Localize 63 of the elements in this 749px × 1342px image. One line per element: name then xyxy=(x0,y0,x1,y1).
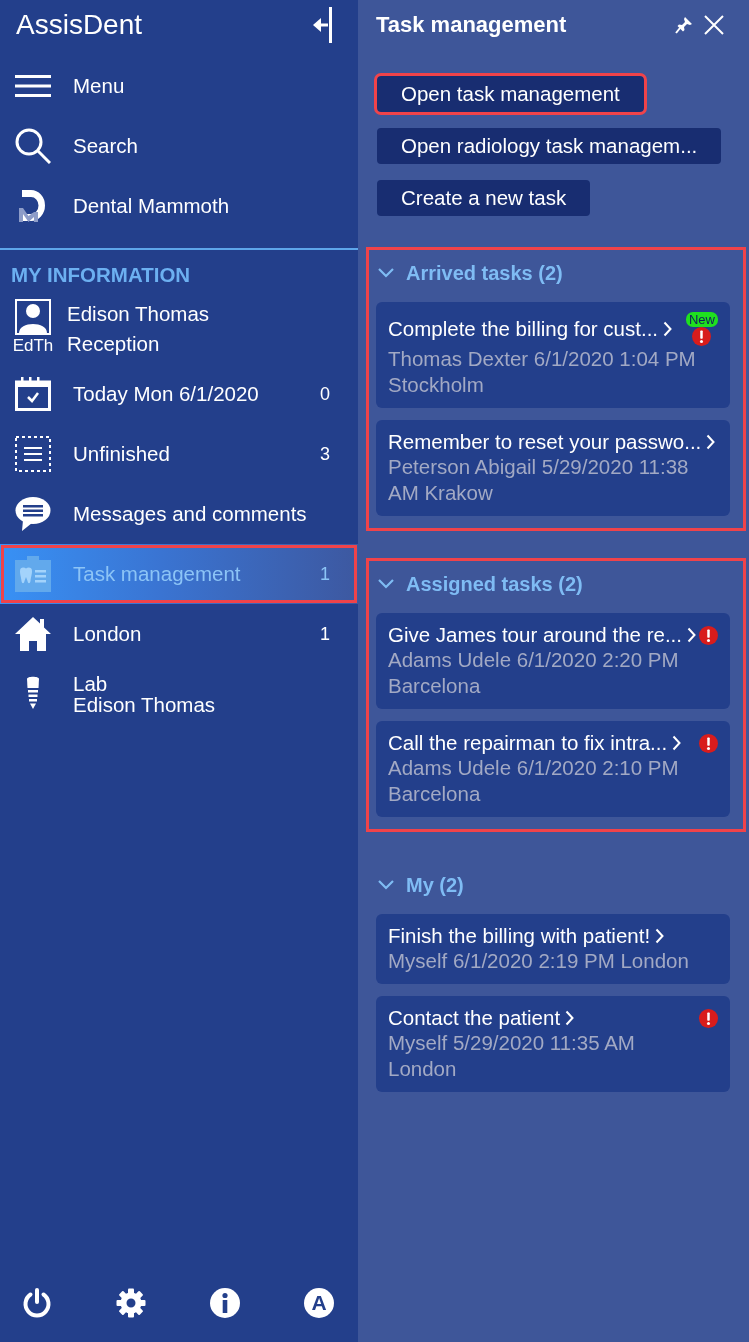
action-button[interactable]: Open radiology task managem... xyxy=(377,128,722,164)
task-details: Myself 6/1/2020 2:19 PM London xyxy=(388,948,690,974)
panel-title: Task management xyxy=(376,12,567,38)
chevron-right-icon xyxy=(687,627,696,643)
arrow-to-bar-icon[interactable] xyxy=(313,7,333,43)
item-count: 1 xyxy=(320,623,330,645)
task-details: Thomas Dexter 6/1/2020 1:04 PM Stockholm xyxy=(388,346,697,398)
user-role: Reception xyxy=(67,331,161,357)
speech-bubble-icon xyxy=(15,496,51,532)
action-button[interactable]: Create a new task xyxy=(377,180,591,216)
task-title: Call the repairman to fix intra... xyxy=(388,731,668,755)
info-icon[interactable] xyxy=(210,1288,240,1318)
task-title: Give James tour around the re... xyxy=(388,623,682,647)
nav-item[interactable]: Search xyxy=(0,116,358,176)
chevron-right-icon xyxy=(706,434,716,450)
nav-item[interactable]: Lab Edison Thomas xyxy=(0,664,358,724)
menu-icon xyxy=(15,75,51,97)
task-details: Myself 5/29/2020 11:35 AM London xyxy=(388,1030,636,1082)
nav-item[interactable]: Unfinished 3 xyxy=(0,424,358,484)
nav-item[interactable]: London 1 xyxy=(0,604,358,664)
chevron-right-icon xyxy=(565,1010,575,1026)
task-card[interactable]: Complete the billing for cust... New Thomas Dexter 6/1/2020 1:04 PM Stockholm xyxy=(376,302,730,408)
task-card[interactable]: Call the repairman to fix intra... Adams Udele 6/1/2020 2:10 PM Barcelona xyxy=(376,721,730,817)
nav-item[interactable]: Dental Mammoth xyxy=(0,176,358,236)
action-button[interactable]: Open task management xyxy=(377,76,644,112)
chevron-right-icon xyxy=(663,321,673,337)
nav-item[interactable]: Today Mon 6/1/2020 0 xyxy=(0,364,358,424)
house-icon xyxy=(15,616,51,652)
pin-icon[interactable] xyxy=(675,16,693,34)
calendar-check-icon xyxy=(15,377,51,411)
settings-icon[interactable] xyxy=(116,1288,146,1318)
item-count: 0 xyxy=(320,383,330,405)
user-initials: EdTh xyxy=(12,335,54,357)
clipboard-tooth-icon xyxy=(15,556,51,592)
user-name: Edison Thomas xyxy=(67,301,210,327)
nav-item[interactable]: Messages and comments xyxy=(0,484,358,544)
chevron-right-icon xyxy=(655,928,665,944)
nav-item[interactable]: Menu xyxy=(0,56,358,116)
search-icon xyxy=(15,128,51,164)
task-card[interactable]: Give James tour around the re... Adams Udele 6/1/2020 2:20 PM Barcelona xyxy=(376,613,730,709)
app-title: AssisDent xyxy=(16,9,143,41)
account-button[interactable]: A xyxy=(304,1288,334,1318)
task-details: Peterson Abigail 5/29/2020 11:38 AM Krakow xyxy=(388,454,690,506)
task-details: Adams Udele 6/1/2020 2:10 PM Barcelona xyxy=(388,755,680,807)
section-title: MY INFORMATION xyxy=(11,263,192,287)
chevron-right-icon xyxy=(672,735,682,751)
task-details: Adams Udele 6/1/2020 2:20 PM Barcelona xyxy=(388,647,680,699)
task-title: Complete the billing for cust... xyxy=(388,317,659,341)
new-badge: New xyxy=(686,312,718,327)
list-icon xyxy=(15,436,51,472)
avatar-icon xyxy=(15,299,51,335)
nav-sublabel: Edison Thomas xyxy=(73,694,216,715)
item-count: 3 xyxy=(320,443,330,465)
power-icon[interactable] xyxy=(22,1288,52,1318)
task-card[interactable]: Remember to reset your passwo... Peterson Abigail 5/29/2020 11:38 AM Krakow xyxy=(376,420,730,516)
task-card[interactable]: Finish the billing with patient! Myself 6/1/2020 2:19 PM London xyxy=(376,914,730,984)
task-card[interactable]: Contact the patient Myself 5/29/2020 11:35 AM London xyxy=(376,996,730,1092)
task-title: Remember to reset your passwo... xyxy=(388,430,702,454)
task-title: Contact the patient xyxy=(388,1006,561,1030)
item-count: 1 xyxy=(320,563,330,585)
logo-icon xyxy=(18,188,48,224)
close-icon[interactable] xyxy=(704,15,724,35)
task-title: Finish the billing with patient! xyxy=(388,924,651,948)
